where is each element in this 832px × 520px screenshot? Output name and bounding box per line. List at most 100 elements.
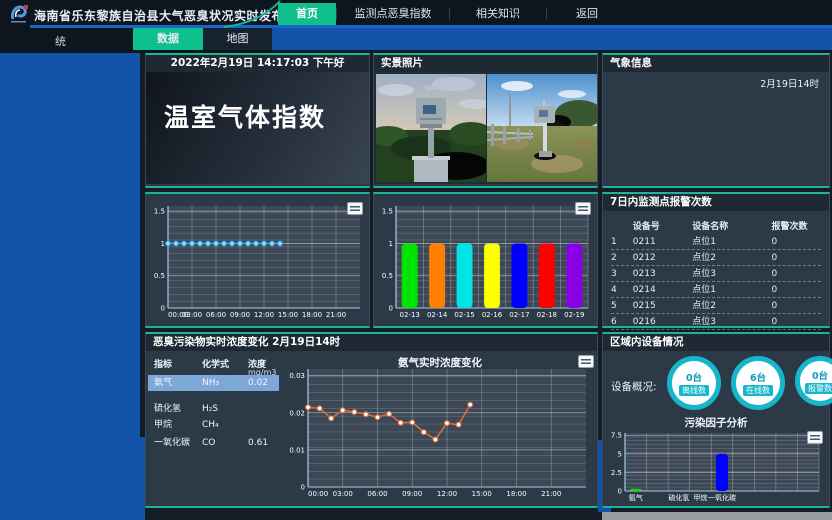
svg-text:09:00: 09:00: [230, 311, 250, 319]
svg-text:5: 5: [618, 450, 622, 458]
datetime-banner: 2022年2月19日 14:17:03 下午好: [146, 55, 369, 72]
nav-item-odor-index[interactable]: 监测点恶臭指数: [337, 3, 449, 25]
ghg-index-title: 温室气体指数: [146, 72, 369, 134]
nav-item-home[interactable]: 首页: [278, 3, 336, 25]
monitoring-station-photo-1[interactable]: [376, 74, 486, 182]
svg-text:氨气: 氨气: [629, 493, 643, 502]
alarm-table-header: 设备号 设备名称 报警次数: [611, 219, 821, 234]
table-row: 60216点位30: [611, 314, 821, 330]
photos-body: [374, 72, 597, 184]
svg-text:21:00: 21:00: [541, 490, 561, 498]
svg-text:02-13: 02-13: [400, 311, 420, 319]
ghg-panel-body: 温室气体指数: [146, 72, 369, 184]
svg-text:甲烷: 甲烷: [693, 493, 707, 502]
odor-row[interactable]: 一氧化碳CO0.61: [148, 435, 279, 451]
nh3-chart-area: 氨气实时浓度变化 00.010.020.0300:0003:0006:0009:…: [282, 351, 598, 504]
table-row: 40214点位10: [611, 282, 821, 298]
svg-text:0: 0: [301, 484, 305, 492]
table-row: 30213点位30: [611, 266, 821, 282]
svg-text:02-17: 02-17: [509, 311, 529, 319]
odor-row[interactable]: 硫化氢H₂S: [148, 401, 279, 417]
tab-data[interactable]: 数据: [133, 28, 203, 50]
svg-text:02-15: 02-15: [454, 311, 474, 319]
table-row: 20212点位20: [611, 250, 821, 266]
alarm-table: 设备号 设备名称 报警次数 10211点位1020212点位2030213点位3…: [603, 211, 829, 330]
tab-row: 统 数据 地图: [0, 28, 272, 53]
panel-ghg-line-chart: 00.511.500:0003:0006:0009:0012:0015:0018…: [145, 192, 370, 328]
photos-panel-title: 实景照片: [374, 55, 597, 72]
stat-online-count: 6台 在线数: [731, 356, 785, 410]
svg-text:1: 1: [389, 240, 393, 248]
svg-text:06:00: 06:00: [206, 311, 226, 319]
stat-offline-count: 0台 离线数: [667, 356, 721, 410]
svg-text:0: 0: [161, 305, 165, 313]
weather-time: 2月19日14时: [603, 72, 829, 90]
device-overview-label: 设备概况:: [611, 379, 657, 394]
svg-text:1: 1: [161, 240, 165, 248]
svg-text:02-16: 02-16: [482, 311, 503, 319]
svg-text:02-18: 02-18: [537, 311, 557, 319]
table-row: 50215点位20: [611, 298, 821, 314]
panel-device-status: 区域内设备情况 设备概况: 0台 离线数 6台 在线数 0台 报警数 污染因子分…: [602, 332, 830, 508]
svg-text:0.5: 0.5: [382, 272, 393, 280]
svg-text:03:00: 03:00: [333, 490, 353, 498]
monitoring-station-photo-2[interactable]: [487, 74, 597, 182]
svg-text:12:00: 12:00: [437, 490, 457, 498]
top-navbar: 海南省乐东黎族自治县大气恶臭状况实时发布系 首页 监测点恶臭指数 相关知识 返回: [0, 0, 832, 28]
chart-toolbox-button[interactable]: [347, 202, 363, 215]
svg-text:0: 0: [389, 305, 393, 313]
weather-panel-title: 气象信息: [603, 55, 829, 72]
chart-toolbox-button[interactable]: [578, 355, 594, 368]
svg-text:0: 0: [618, 488, 622, 496]
svg-text:0.5: 0.5: [154, 272, 165, 280]
panel-ghg-index: 2022年2月19日 14:17:03 下午好 温室气体指数: [145, 53, 370, 188]
chart-toolbox-button[interactable]: [807, 431, 823, 444]
panel-odor-concentration: 恶臭污染物实时浓度变化 2月19日14时 指标 化学式 浓度 mg/m3 氨气N…: [145, 332, 598, 508]
svg-text:21:00: 21:00: [326, 311, 346, 319]
svg-text:02-19: 02-19: [564, 311, 584, 319]
odor-table: 指标 化学式 浓度 mg/m3 氨气NH₃0.02硫化氢H₂S甲烷CH₄一氧化碳…: [146, 351, 281, 504]
panel-alarm-counts: 7日内监测点报警次数 设备号 设备名称 报警次数 10211点位1020212点…: [602, 192, 830, 328]
nav-underline: [30, 25, 832, 28]
svg-text:7.5: 7.5: [611, 432, 622, 440]
svg-text:09:00: 09:00: [402, 490, 422, 498]
panel-daily-bar-chart: 0 0.5 1 1.5 02-13 02-14 02-15 02-16 02-17 02-18 02…: [373, 192, 598, 328]
nh3-concentration-line-chart[interactable]: 00.010.020.0300:0003:0006:0009:0012:0015…: [282, 353, 596, 503]
nav-item-back[interactable]: 返回: [547, 3, 627, 25]
svg-text:1.5: 1.5: [154, 208, 165, 216]
svg-text:1.5: 1.5: [382, 208, 393, 216]
alarm-table-body: 10211点位1020212点位2030213点位3040214点位105021…: [611, 234, 821, 330]
svg-text:硫化氢: 硫化氢: [668, 493, 689, 502]
svg-text:15:00: 15:00: [472, 490, 492, 498]
svg-text:0.01: 0.01: [289, 446, 305, 454]
svg-text:0.02: 0.02: [289, 409, 305, 417]
panel-weather-info: 气象信息 2月19日14时: [602, 53, 830, 188]
odor-panel-title: 恶臭污染物实时浓度变化 2月19日14时: [146, 334, 597, 351]
factor-chart-title: 污染因子分析: [603, 415, 829, 430]
stat-alarm-count: 0台 报警数: [795, 356, 832, 406]
svg-text:18:00: 18:00: [506, 490, 526, 498]
svg-text:15:00: 15:00: [278, 311, 298, 319]
odor-row[interactable]: 氨气NH₃0.02: [148, 375, 279, 391]
main-nav-menu: 首页 监测点恶臭指数 相关知识 返回: [278, 3, 627, 25]
svg-text:02-14: 02-14: [427, 311, 448, 319]
chart-toolbox-button[interactable]: [575, 202, 591, 215]
tab-map[interactable]: 地图: [203, 28, 272, 50]
nav-item-knowledge[interactable]: 相关知识: [450, 3, 546, 25]
panel-live-photos: 实景照片: [373, 53, 598, 188]
app-title-wrap: 统: [55, 33, 66, 49]
table-row: 10211点位10: [611, 234, 821, 250]
devices-panel-title: 区域内设备情况: [603, 334, 829, 351]
ghg-index-line-chart[interactable]: 00.511.500:0003:0006:0009:0012:0015:0018…: [148, 196, 369, 324]
app-window: { "colors": { "accent_green": "#0EBE8B",…: [0, 0, 832, 520]
pollution-factor-bar-chart[interactable]: 02.557.5氨气硫化氢甲烷一氧化碳: [605, 429, 827, 503]
svg-text:00:00: 00:00: [308, 490, 328, 498]
svg-text:18:00: 18:00: [302, 311, 322, 319]
alarms-panel-title: 7日内监测点报警次数: [603, 194, 829, 211]
odor-row[interactable]: 甲烷CH₄: [148, 417, 279, 433]
daily-index-bar-chart[interactable]: 0 0.5 1 1.5 02-13 02-14 02-15 02-16 02-17 02-18 02…: [376, 196, 597, 324]
brand-swirl-logo[interactable]: [7, 3, 30, 25]
svg-text:一氧化碳: 一氧化碳: [708, 493, 736, 502]
svg-text:12:00: 12:00: [254, 311, 274, 319]
svg-text:03:00: 03:00: [182, 311, 202, 319]
